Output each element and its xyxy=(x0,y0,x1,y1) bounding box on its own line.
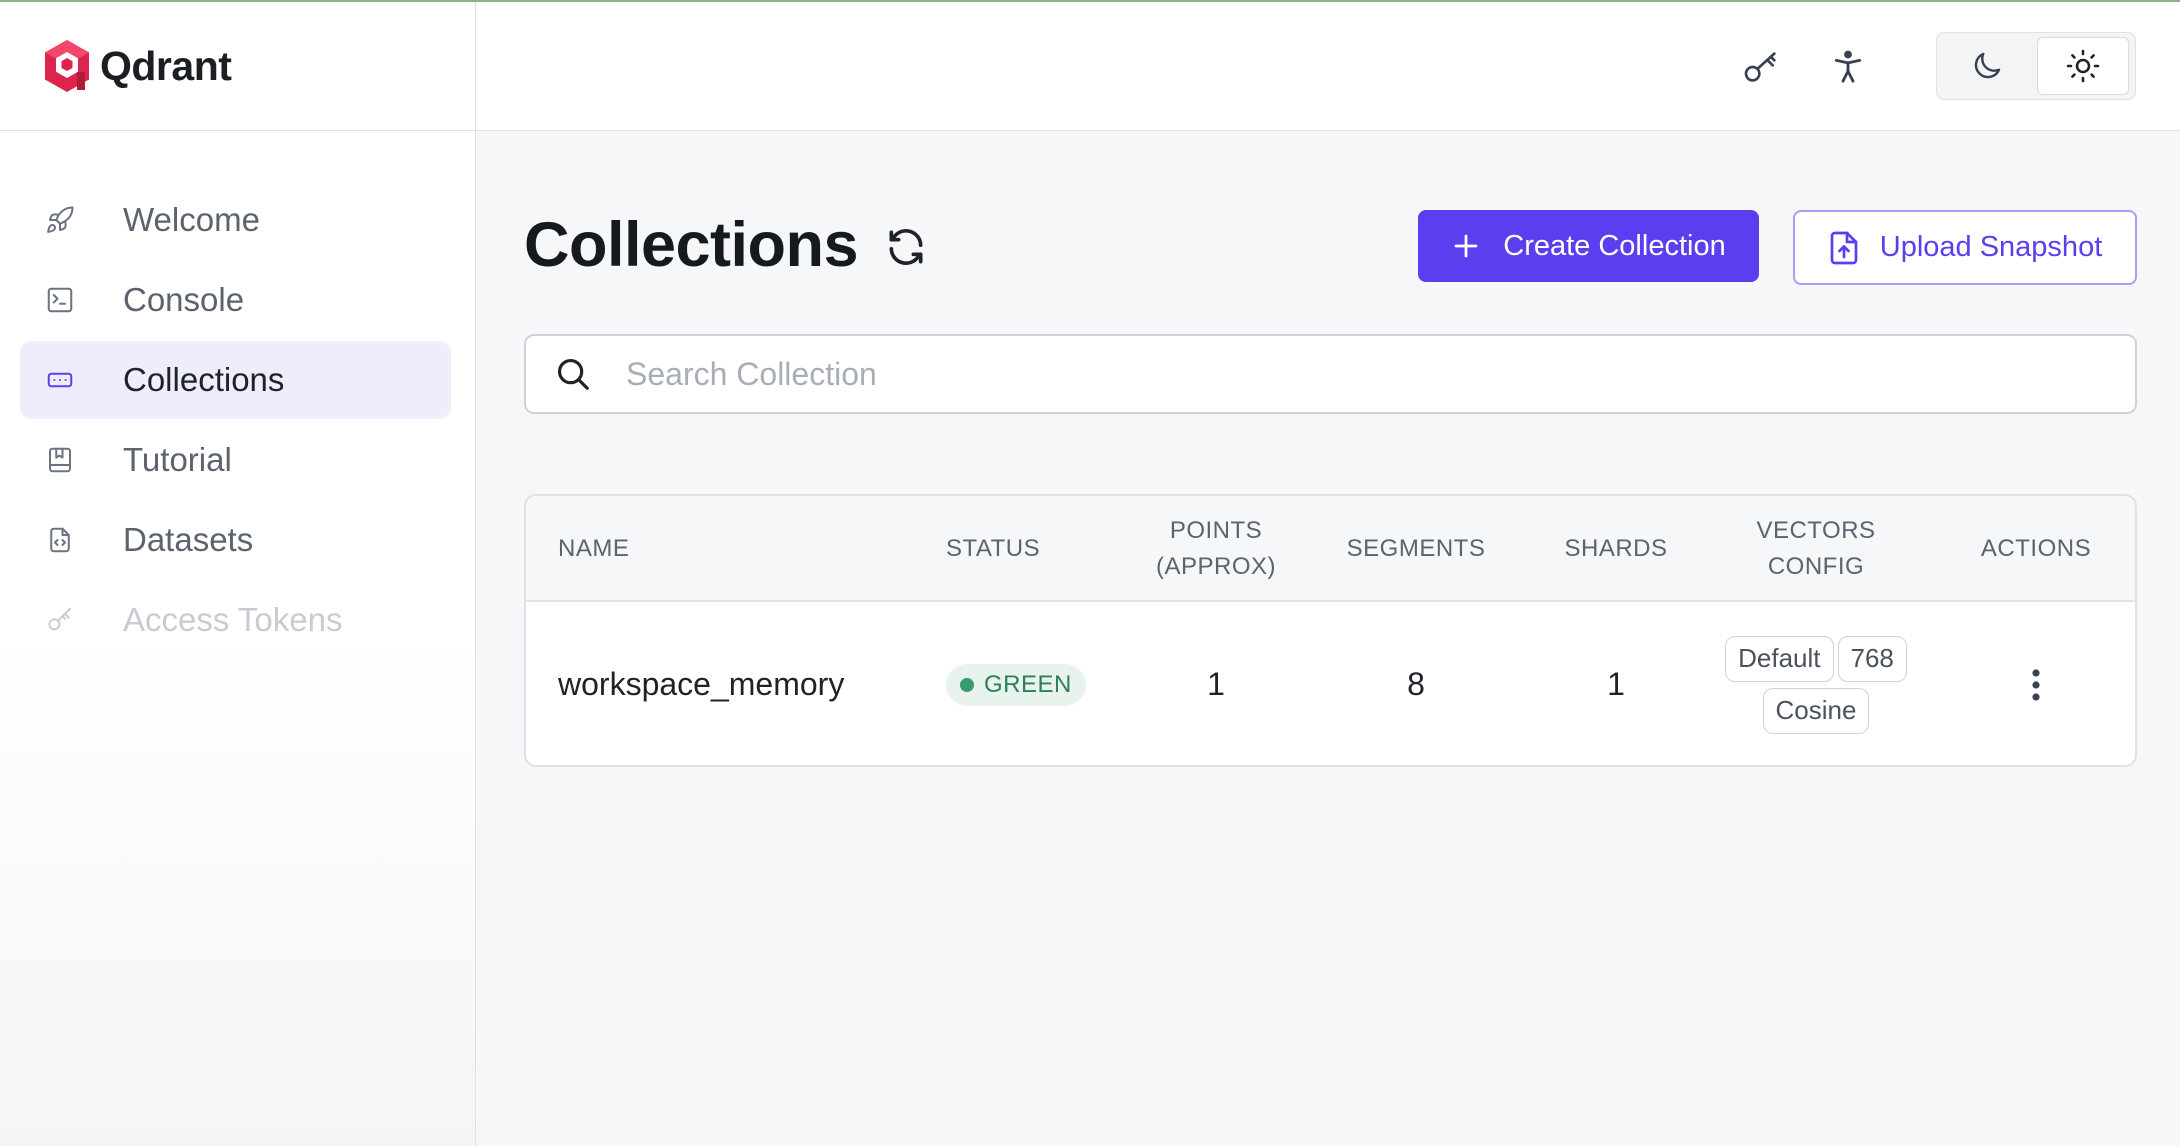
sidebar-item-label: Welcome xyxy=(123,201,260,238)
status-badge: GREEN xyxy=(946,663,1086,706)
file-code-icon xyxy=(42,522,78,558)
sidebar-item-collections[interactable]: Collections xyxy=(20,341,451,419)
file-upload-icon xyxy=(1830,231,1858,264)
sidebar-item-console[interactable]: Console xyxy=(20,261,451,339)
refresh-icon xyxy=(889,229,923,265)
brand[interactable]: Qdrant xyxy=(0,2,475,131)
column-header-points-line1: POINTS xyxy=(1169,517,1263,544)
rocket-icon xyxy=(42,202,78,238)
search-input[interactable] xyxy=(626,355,2026,393)
collections-table: NAME STATUS POINTS (APPROX) SEGMENTS SHA… xyxy=(524,494,2137,767)
segments-cell: 8 xyxy=(1407,666,1425,702)
book-icon xyxy=(42,442,78,478)
upload-snapshot-label: Upload Snapshot xyxy=(1879,231,2103,263)
upload-snapshot-button[interactable]: Upload Snapshot xyxy=(1793,210,2137,285)
status-dot xyxy=(960,677,974,692)
qdrant-logo-icon xyxy=(45,40,89,92)
sidebar-item-label: Collections xyxy=(123,361,285,398)
vectors-config-line: Default 768 xyxy=(1725,635,1907,682)
sidebar-item-label: Console xyxy=(123,281,245,318)
create-collection-label: Create Collection xyxy=(1503,229,1726,262)
theme-toggle xyxy=(1936,32,2136,100)
column-header-points[interactable]: POINTS (APPROX) xyxy=(1126,496,1306,602)
table-header: NAME STATUS POINTS (APPROX) SEGMENTS SHA… xyxy=(526,496,2135,602)
column-header-vectors-line1: VECTORS xyxy=(1756,517,1876,544)
sidebar-item-datasets[interactable]: Datasets xyxy=(20,501,451,579)
row-actions-button[interactable] xyxy=(2016,665,2056,705)
sidebar-item-label: Tutorial xyxy=(123,441,232,478)
column-header-actions: ACTIONS xyxy=(1980,535,2092,562)
sidebar-nav: Welcome Console Collections Tutorial Dat… xyxy=(20,181,451,661)
plus-icon xyxy=(1454,234,1478,258)
terminal-icon xyxy=(42,282,78,318)
api-key-button[interactable] xyxy=(1738,44,1784,90)
column-header-vectors-line2: CONFIG xyxy=(1767,553,1865,580)
status-text: GREEN xyxy=(984,670,1072,698)
column-header-name[interactable]: NAME xyxy=(558,496,758,602)
column-header-segments[interactable]: SEGMENTS xyxy=(1326,496,1506,602)
column-header-points-line2: (APPROX) xyxy=(1155,553,1276,580)
shards-cell: 1 xyxy=(1607,666,1625,702)
moon-icon xyxy=(1974,52,2001,79)
main-content: Collections Create Collection Upload Sna… xyxy=(476,131,2180,1146)
vectors-config-cell: Default 768 Cosine xyxy=(1706,602,1926,765)
points-cell: 1 xyxy=(1207,666,1225,702)
key-icon xyxy=(42,602,78,638)
sidebar-item-label: Datasets xyxy=(123,521,254,558)
actions-cell xyxy=(1956,602,2116,765)
sidebar-item-label: Access Tokens xyxy=(123,601,343,638)
more-vertical-icon xyxy=(2032,668,2040,701)
dark-theme-button[interactable] xyxy=(1941,37,2033,95)
vectors-config: Default 768 Cosine xyxy=(1725,635,1907,734)
search-bar xyxy=(524,334,2137,414)
column-header-vectors-config[interactable]: VECTORS CONFIG xyxy=(1706,496,1926,602)
accessibility-icon xyxy=(1834,50,1862,83)
sidebar: Qdrant Welcome Console Collections Tutor… xyxy=(0,2,476,1146)
column-header-status[interactable]: STATUS xyxy=(946,496,1096,602)
vector-distance-chip: Cosine xyxy=(1762,687,1870,734)
key-icon xyxy=(1744,52,1776,82)
table-row[interactable]: workspace_memory GREEN 1 8 1 Default 768… xyxy=(526,602,2135,765)
column-header-shards[interactable]: SHARDS xyxy=(1526,496,1706,602)
collection-name[interactable]: workspace_memory xyxy=(558,602,938,765)
vector-name-chip: Default xyxy=(1725,635,1834,682)
vector-size-chip: 768 xyxy=(1837,635,1907,682)
refresh-button[interactable] xyxy=(884,225,928,269)
brand-name: Qdrant xyxy=(100,42,232,89)
accessibility-button[interactable] xyxy=(1825,44,1871,90)
create-collection-button[interactable]: Create Collection xyxy=(1418,210,1759,282)
light-theme-button[interactable] xyxy=(2037,37,2129,95)
status-cell: GREEN xyxy=(946,602,1126,765)
search-icon xyxy=(557,358,589,390)
sidebar-item-tutorial[interactable]: Tutorial xyxy=(20,421,451,499)
collection-icon xyxy=(42,362,78,398)
page-title: Collections xyxy=(524,210,859,280)
top-bar xyxy=(476,2,2180,131)
sun-icon xyxy=(2066,49,2100,83)
sidebar-item-access-tokens[interactable]: Access Tokens xyxy=(20,581,451,659)
sidebar-item-welcome[interactable]: Welcome xyxy=(20,181,451,259)
